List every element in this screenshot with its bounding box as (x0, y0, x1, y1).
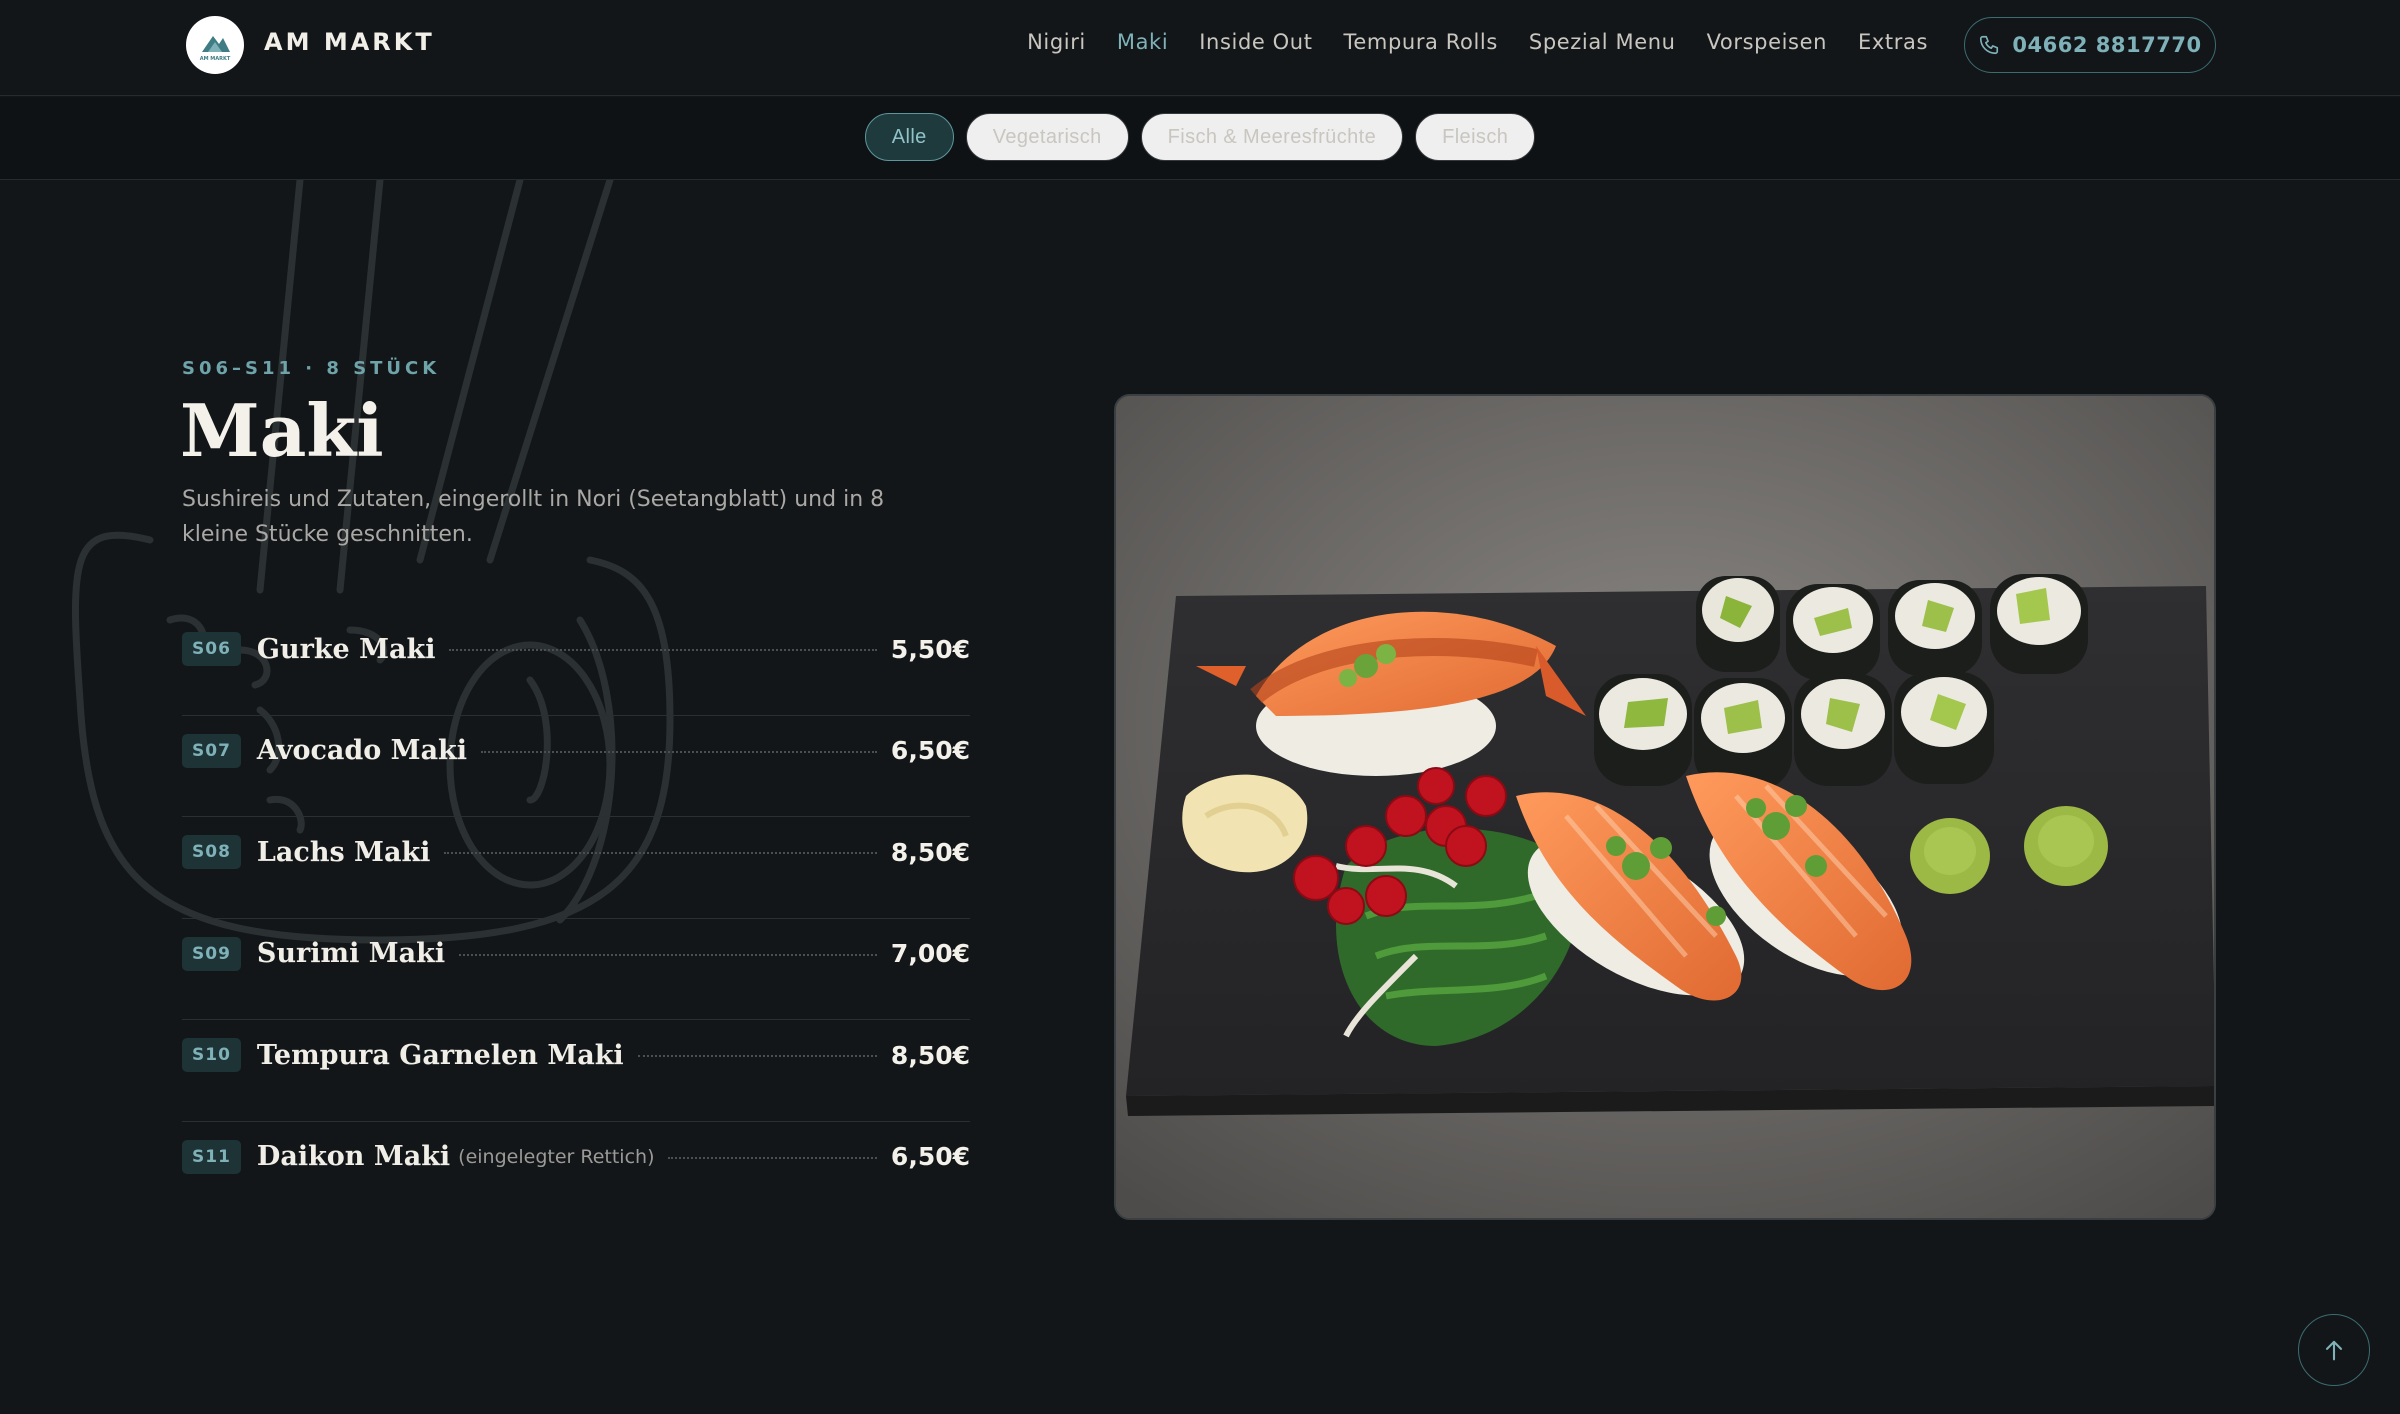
filter-alle[interactable]: Alle (864, 113, 954, 161)
phone-number: 04662 8817770 (2012, 33, 2202, 57)
item-code: S09 (182, 936, 241, 971)
nav-item-tempura-rolls[interactable]: Tempura Rolls (1344, 30, 1498, 54)
item-code: S11 (182, 1139, 241, 1174)
nav-item-inside-out[interactable]: Inside Out (1199, 30, 1312, 54)
phone-button[interactable]: 04662 8817770 (1964, 17, 2216, 73)
menu-item-s08[interactable]: S08 Lachs Maki 8,50€ (182, 817, 970, 919)
dotted-leader (449, 649, 877, 651)
item-name: Gurke Maki (256, 633, 436, 665)
nav-item-vorspeisen[interactable]: Vorspeisen (1707, 30, 1827, 54)
filter-fleisch[interactable]: Fleisch (1415, 113, 1536, 161)
dotted-leader (668, 1156, 877, 1159)
item-code: S10 (182, 1038, 241, 1072)
site-header: AM MARKT AM MARKT Nigiri Maki Inside Out… (0, 0, 2400, 96)
nav-item-extras[interactable]: Extras (1858, 30, 1928, 54)
nav-item-spezial-menu[interactable]: Spezial Menu (1529, 30, 1676, 54)
filter-fisch-meeresfruechte[interactable]: Fisch & Meeresfrüchte (1140, 113, 1404, 161)
menu-item-s06[interactable]: S06 Gurke Maki 5,50€ (182, 614, 970, 716)
page-title: Maki (180, 388, 384, 473)
menu-item-s11[interactable]: S11 Daikon Maki (eingelegter Rettich) 6,… (182, 1122, 970, 1224)
brand-name[interactable]: AM MARKT (264, 28, 435, 56)
dotted-leader (459, 953, 877, 956)
dotted-leader (637, 1055, 877, 1057)
item-price: 6,50€ (890, 736, 970, 765)
item-price: 6,50€ (890, 1142, 970, 1171)
phone-icon (1980, 35, 1999, 55)
nav-item-nigiri[interactable]: Nigiri (1027, 30, 1086, 54)
sushi-platter-image (1116, 396, 2214, 1218)
dotted-leader (481, 750, 877, 753)
item-name: Daikon Maki (256, 1141, 451, 1172)
menu-item-s09[interactable]: S09 Surimi Maki 7,00€ (182, 919, 970, 1020)
nav-item-maki[interactable]: Maki (1117, 30, 1168, 54)
logo[interactable]: AM MARKT (186, 16, 244, 74)
dotted-leader (444, 852, 877, 854)
item-price: 5,50€ (890, 634, 970, 664)
item-code: S06 (182, 632, 241, 666)
item-code: S08 (182, 835, 241, 869)
item-price: 8,50€ (890, 1040, 970, 1070)
item-name: Surimi Maki (256, 938, 446, 969)
menu-item-s10[interactable]: S10 Tempura Garnelen Maki 8,50€ (182, 1020, 970, 1122)
menu-item-s07[interactable]: S07 Avocado Maki 6,50€ (182, 716, 970, 817)
item-price: 8,50€ (890, 837, 970, 867)
main-nav: Nigiri Maki Inside Out Tempura Rolls Spe… (996, 30, 1928, 54)
item-name: Lachs Maki (256, 836, 431, 868)
logo-mark-icon: AM MARKT (200, 36, 231, 62)
item-code: S07 (182, 733, 241, 768)
menu-list: S06 Gurke Maki 5,50€ S07 Avocado Maki 6,… (182, 614, 970, 1223)
item-name: Tempura Garnelen Maki (256, 1039, 624, 1071)
item-note: (eingelegter Rettich) (458, 1145, 655, 1168)
scroll-to-top-button[interactable] (2298, 1314, 2370, 1386)
filter-bar: Alle Vegetarisch Fisch & Meeresfrüchte F… (0, 97, 2400, 180)
arrow-up-icon (2325, 1340, 2343, 1361)
item-name: Avocado Maki (256, 735, 468, 766)
item-price: 7,00€ (890, 939, 970, 968)
maki-photo (1114, 394, 2216, 1220)
section-description: Sushireis und Zutaten, eingerollt in Nor… (182, 487, 885, 547)
svg-text:AM MARKT: AM MARKT (200, 56, 231, 62)
filter-vegetarisch[interactable]: Vegetarisch (965, 113, 1129, 161)
section-eyebrow: S06–S11 · 8 STÜCK (182, 358, 441, 379)
